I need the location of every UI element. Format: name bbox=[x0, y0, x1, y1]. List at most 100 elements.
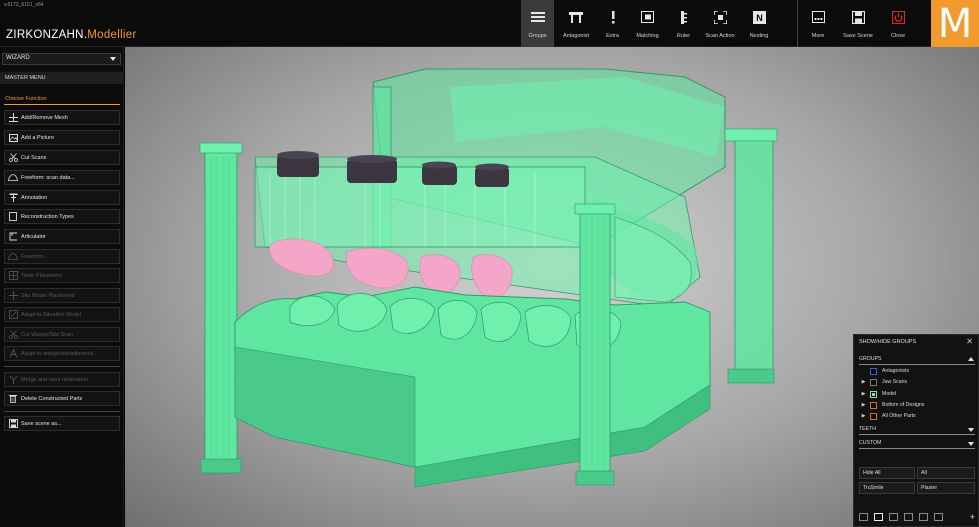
wizard-dropdown[interactable]: WIZARD bbox=[2, 53, 121, 65]
chevron-up-icon bbox=[968, 357, 974, 361]
menu-item-label: Articulator bbox=[21, 233, 46, 240]
menu-item-freeform: Freeform... bbox=[4, 249, 120, 264]
move-icon bbox=[5, 289, 21, 302]
menu-item-add-remove-mesh[interactable]: Add/Remove Mesh bbox=[4, 110, 120, 125]
custom-section-header[interactable]: CUSTOM bbox=[859, 440, 975, 449]
3d-viewport[interactable] bbox=[125, 47, 979, 527]
menu-item-reconstruction-types[interactable]: Reconstruction Types bbox=[4, 209, 120, 224]
view-mode-icon[interactable] bbox=[904, 513, 913, 521]
trash-icon bbox=[5, 392, 21, 405]
scan-action-button[interactable]: Scan Action bbox=[699, 0, 741, 47]
choose-function-underline bbox=[4, 104, 120, 105]
plaster-button[interactable]: Plaster bbox=[917, 482, 975, 494]
close-icon[interactable]: ✕ bbox=[966, 337, 973, 346]
svg-text:N: N bbox=[756, 13, 763, 23]
brand-sub: Modellier bbox=[87, 29, 137, 41]
antagonist-button[interactable]: Antagonist bbox=[554, 0, 598, 47]
more-label: More bbox=[811, 33, 825, 39]
checkbox-icon[interactable] bbox=[870, 401, 877, 409]
save-scene-button[interactable]: Save Scene bbox=[837, 0, 879, 47]
more-button[interactable]: More bbox=[799, 0, 837, 47]
group-label: Model bbox=[882, 391, 897, 397]
top-bar: v.6172_6151_x64 ZIRKONZAHN.Modellier Gro… bbox=[0, 0, 979, 47]
chevron-down-icon bbox=[110, 57, 116, 61]
menu-item-annotation[interactable]: Annotation bbox=[4, 190, 120, 205]
menu-item-label: Annotation bbox=[21, 194, 48, 201]
group-item-jaw-scans[interactable]: ▶ Jaw Scans bbox=[859, 377, 975, 387]
show-hide-groups-panel: SHOW/HIDE GROUPS ✕ GROUPS Antagonists ▶ … bbox=[853, 334, 979, 527]
matching-label: Matching bbox=[636, 33, 659, 39]
extra-button[interactable]: Extra bbox=[598, 0, 627, 47]
group-item-antagonists[interactable]: Antagonists bbox=[859, 366, 975, 376]
expand-arrow-icon[interactable]: ▶ bbox=[859, 379, 868, 385]
menu-item-save-scene-as[interactable]: Save scene as... bbox=[4, 416, 120, 431]
checkbox-icon[interactable] bbox=[870, 390, 877, 398]
menu-item-adapt-situation-model: Adapt to Situation Model bbox=[4, 307, 120, 322]
group-item-all-other-parts[interactable]: ▶ All Other Parts bbox=[859, 411, 975, 421]
nesting-icon: N bbox=[750, 9, 768, 25]
ruler-button[interactable]: Ruler bbox=[668, 0, 699, 47]
exclamation-icon bbox=[604, 9, 622, 25]
menu-item-merge-save-restoration: Merge and save restoration bbox=[4, 372, 120, 387]
trusmile-button[interactable]: TruSmile bbox=[859, 482, 915, 494]
all-button[interactable]: All bbox=[917, 467, 975, 479]
sidebar: WIZARD MASTER MENU Choose Function Add/R… bbox=[0, 47, 124, 527]
group-item-model[interactable]: ▶ Model bbox=[859, 389, 975, 399]
checkbox-icon[interactable] bbox=[870, 378, 877, 386]
menu-item-add-picture[interactable]: Add a Picture bbox=[4, 130, 120, 145]
chevron-down-icon bbox=[968, 428, 974, 432]
menu-item-label: Save scene as... bbox=[21, 420, 62, 427]
freeform-icon bbox=[5, 250, 21, 263]
scissors-icon bbox=[5, 151, 21, 164]
custom-header-label: CUSTOM bbox=[859, 440, 882, 446]
groups-label: Groups bbox=[528, 33, 547, 39]
groups-button[interactable]: Groups bbox=[521, 0, 554, 47]
menu-divider bbox=[4, 366, 120, 367]
freeform-icon bbox=[5, 171, 21, 184]
antagonist-icon bbox=[567, 9, 585, 25]
teeth-section-header[interactable]: TEETH bbox=[859, 426, 975, 435]
menu-item-freeform-scan-data[interactable]: Freeform: scan data... bbox=[4, 170, 120, 185]
checkbox-icon[interactable] bbox=[870, 412, 877, 420]
nesting-button[interactable]: N Nesting bbox=[741, 0, 777, 47]
menu-item-cut-scans[interactable]: Cut Scans bbox=[4, 150, 120, 165]
view-mode-icon[interactable] bbox=[874, 513, 883, 521]
view-mode-bar: + bbox=[859, 511, 975, 523]
menu-item-label: Freeform... bbox=[21, 253, 48, 260]
teeth-icon bbox=[5, 269, 21, 282]
master-menu-header[interactable]: MASTER MENU bbox=[0, 72, 124, 84]
groups-header-label: GROUPS bbox=[859, 356, 882, 362]
close-button[interactable]: Close bbox=[879, 0, 917, 47]
view-mode-icon[interactable] bbox=[934, 513, 943, 521]
group-label: Antagonists bbox=[882, 368, 910, 374]
menu-item-delete-constructed-parts[interactable]: Delete Constructed Parts bbox=[4, 391, 120, 406]
checkbox-icon[interactable] bbox=[870, 367, 877, 375]
wizard-label: WIZARD bbox=[6, 55, 30, 61]
expand-arrow-icon[interactable]: ▶ bbox=[859, 402, 868, 408]
save-icon bbox=[5, 417, 21, 430]
expand-arrow-icon[interactable]: ▶ bbox=[859, 391, 868, 397]
view-mode-icon[interactable] bbox=[859, 513, 868, 521]
save-scene-label: Save Scene bbox=[843, 33, 873, 39]
annotation-icon bbox=[5, 191, 21, 204]
power-icon bbox=[889, 9, 907, 25]
chevron-down-icon bbox=[968, 442, 974, 446]
menu-item-label: Reconstruction Types bbox=[21, 213, 74, 220]
menu-item-label: Situ Model Placement bbox=[21, 292, 75, 299]
menu-item-label: Cut Waxup/Situ Scan bbox=[21, 331, 74, 338]
menu-item-articulator[interactable]: Articulator bbox=[4, 229, 120, 244]
brand-main: ZIRKONZAHN. bbox=[6, 29, 88, 41]
menu-item-adapt-antagonist-adjacents: Adapt to antagonist/adjacents... bbox=[4, 346, 120, 361]
group-label: All Other Parts bbox=[882, 413, 916, 419]
matching-button[interactable]: Matching bbox=[627, 0, 668, 47]
expand-arrow-icon[interactable]: ▶ bbox=[859, 413, 868, 419]
more-icon bbox=[809, 9, 827, 25]
group-label: Jaw Scans bbox=[882, 379, 908, 385]
add-icon[interactable]: + bbox=[970, 512, 975, 522]
groups-section-header[interactable]: GROUPS bbox=[859, 356, 975, 365]
hide-all-button[interactable]: Hide All bbox=[859, 467, 915, 479]
view-mode-icon[interactable] bbox=[889, 513, 898, 521]
view-mode-icon[interactable] bbox=[919, 513, 928, 521]
group-item-bottom-of-designs[interactable]: ▶ Bottom of Designs bbox=[859, 400, 975, 410]
menu-item-teeth-placement: Teeth Placement bbox=[4, 268, 120, 283]
